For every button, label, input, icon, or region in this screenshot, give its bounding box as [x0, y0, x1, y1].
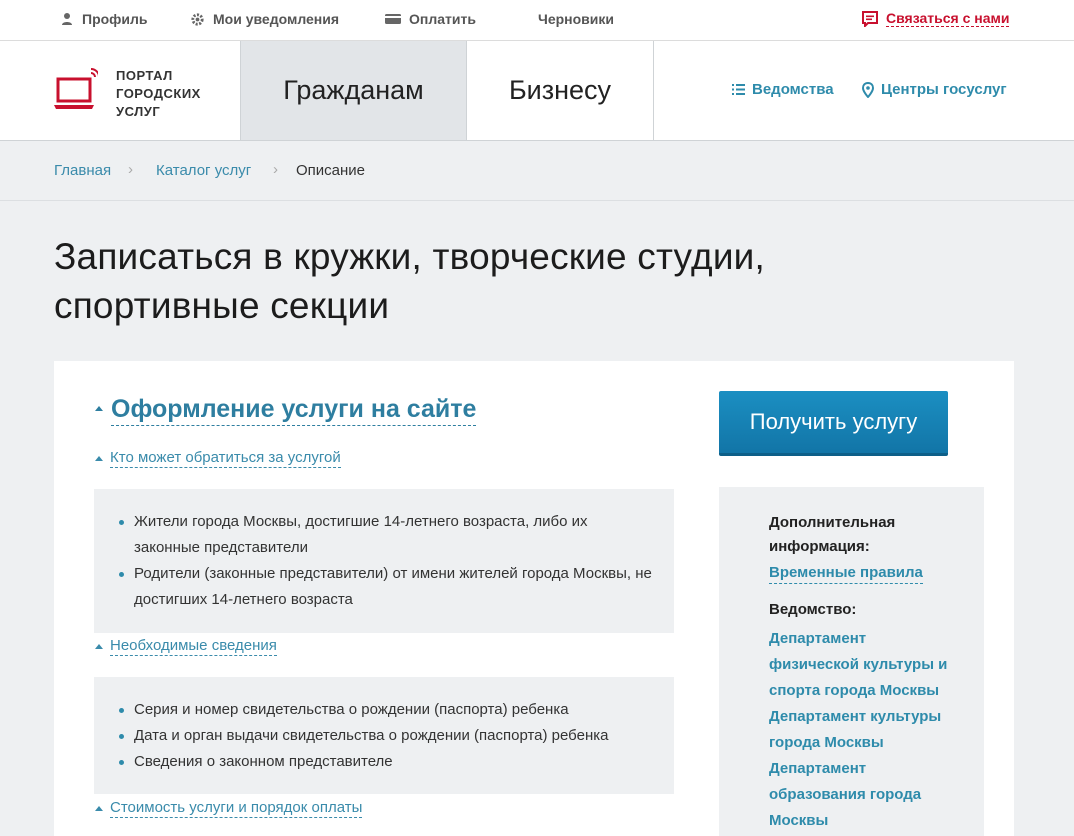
required-info-list: Серия и номер свидетельства о рождении (… — [119, 697, 654, 775]
department-link-culture[interactable]: Департамент культуры города Москвы — [769, 704, 954, 756]
logo-text: ПОРТАЛ ГОРОДСКИХ УСЛУГ — [116, 67, 201, 121]
get-service-button[interactable]: Получить услугу — [719, 391, 948, 456]
card-icon — [385, 14, 401, 24]
contact-us-label: Связаться с нами — [886, 10, 1010, 27]
notifications-label: Мои уведомления — [213, 11, 340, 27]
service-centers-label: Центры госуслуг — [881, 81, 1007, 98]
who-can-apply-list: Жители города Москвы, достигшие 14-летне… — [119, 509, 654, 613]
temporary-rules-link[interactable]: Временные правила — [769, 563, 923, 584]
gear-icon — [191, 12, 204, 26]
who-can-apply-label: Кто может обратиться за услугой — [110, 449, 341, 468]
logo-line-3: УСЛУГ — [116, 104, 161, 119]
list-item: Жители города Москвы, достигшие 14-летне… — [119, 509, 654, 561]
department-heading: Ведомство: — [769, 601, 857, 618]
chevron-right-icon: › — [273, 161, 278, 178]
departments-label: Ведомства — [752, 81, 834, 98]
collapse-arrow-icon — [95, 644, 103, 649]
chevron-right-icon: › — [128, 161, 133, 178]
notifications-link[interactable]: Мои уведомления — [190, 11, 339, 27]
drafts-link[interactable]: Черновики — [538, 11, 614, 27]
breadcrumb-current: Описание — [296, 162, 366, 179]
page-title-line-1: Записаться в кружки, творческие студии, — [54, 236, 766, 277]
extra-info-heading: Дополнительная информация: — [769, 514, 896, 555]
logo-line-1: ПОРТАЛ — [116, 68, 173, 83]
required-info-label: Необходимые сведения — [110, 637, 277, 656]
department-link-education[interactable]: Департамент образования города Москвы — [769, 756, 954, 834]
page-title: Записаться в кружки, творческие студии, … — [54, 232, 954, 330]
list-item: Серия и номер свидетельства о рождении (… — [119, 697, 654, 723]
section-title-online[interactable]: Оформление услуги на сайте — [111, 393, 477, 426]
collapse-arrow-icon — [95, 806, 103, 811]
list-item: Дата и орган выдачи свидетельства о рожд… — [119, 723, 654, 749]
profile-link[interactable]: Профиль — [60, 11, 148, 27]
who-can-apply-toggle[interactable]: Кто может обратиться за услугой — [95, 449, 341, 468]
list-icon — [732, 84, 745, 95]
collapse-arrow-icon — [95, 456, 103, 461]
tab-citizens[interactable]: Гражданам — [240, 41, 467, 140]
service-centers-link[interactable]: Центры госуслуг — [862, 81, 1007, 98]
contact-us-link[interactable]: Связаться с нами — [862, 10, 1010, 27]
service-card: Оформление услуги на сайте Кто может обр… — [54, 361, 1014, 836]
cost-toggle[interactable]: Стоимость услуги и порядок оплаты — [95, 799, 363, 818]
pay-label: Оплатить — [409, 11, 476, 27]
breadcrumb-catalog[interactable]: Каталог услуг — [156, 162, 251, 179]
profile-label: Профиль — [82, 11, 148, 27]
main-header: ПОРТАЛ ГОРОДСКИХ УСЛУГ Гражданам Бизнесу… — [0, 41, 1074, 141]
laptop-logo-icon — [54, 68, 98, 109]
list-item: Родители (законные представители) от име… — [119, 561, 654, 613]
department-link-sport[interactable]: Департамент физической культуры и спорта… — [769, 626, 954, 704]
list-item: Сведения о законном представителе — [119, 749, 654, 775]
portal-logo[interactable]: ПОРТАЛ ГОРОДСКИХ УСЛУГ — [54, 67, 201, 121]
info-sidebar: Дополнительная информация: Временные пра… — [719, 487, 984, 836]
drafts-label: Черновики — [538, 11, 615, 27]
breadcrumb-home[interactable]: Главная — [54, 162, 111, 179]
breadcrumb: Главная › Каталог услуг › Описание — [0, 141, 1074, 201]
top-bar: Профиль Мои уведомления Оплатить Чернови… — [0, 0, 1074, 41]
departments-link[interactable]: Ведомства — [732, 81, 834, 98]
page-title-line-2: спортивные секции — [54, 285, 390, 326]
who-can-apply-box: Жители города Москвы, достигшие 14-летне… — [94, 489, 674, 633]
user-icon — [62, 13, 72, 25]
required-info-box: Серия и номер свидетельства о рождении (… — [94, 677, 674, 794]
required-info-toggle[interactable]: Необходимые сведения — [95, 637, 277, 656]
cost-label: Стоимость услуги и порядок оплаты — [110, 799, 363, 818]
map-pin-icon — [862, 81, 874, 98]
collapse-arrow-icon[interactable] — [95, 406, 103, 411]
logo-line-2: ГОРОДСКИХ — [116, 86, 201, 101]
tab-business[interactable]: Бизнесу — [467, 41, 654, 140]
pay-link[interactable]: Оплатить — [385, 11, 476, 27]
chat-icon — [862, 10, 878, 27]
